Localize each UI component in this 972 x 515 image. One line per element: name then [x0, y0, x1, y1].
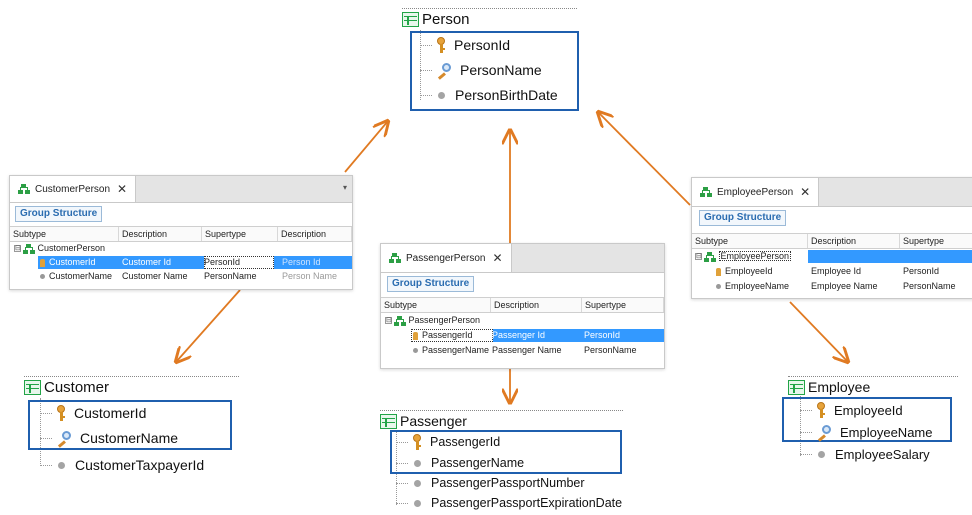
- key-icon: [40, 258, 45, 267]
- column-subtype[interactable]: Subtype: [692, 234, 808, 248]
- subtype-group-icon: [394, 315, 406, 326]
- grid-row[interactable]: EmployeeName Employee Name PersonName: [714, 280, 972, 293]
- grid-row[interactable]: PassengerName Passenger Name PersonName: [411, 344, 664, 357]
- tab-bar: PassengerPerson ✕: [381, 244, 664, 273]
- person-header[interactable]: Person: [402, 8, 577, 29]
- grid-row[interactable]: EmployeeId Employee Id PersonId: [714, 265, 972, 278]
- collapse-icon[interactable]: ⊟: [695, 253, 702, 261]
- dot-icon: [40, 274, 45, 280]
- close-icon[interactable]: ✕: [800, 185, 810, 199]
- transaction-title: Passenger: [400, 413, 467, 429]
- chevron-down-icon[interactable]: ▾: [343, 183, 347, 192]
- key-icon: [413, 331, 418, 340]
- tab-customerperson[interactable]: CustomerPerson ✕: [10, 176, 137, 202]
- passenger-transaction: Passenger PassengerId PassengerName Pass…: [380, 410, 640, 510]
- transaction-title: Person: [422, 10, 470, 28]
- close-icon[interactable]: ✕: [117, 182, 127, 196]
- subtype-group-icon: [18, 184, 30, 194]
- key-icon: [816, 402, 826, 418]
- passengerperson-panel: PassengerPerson ✕ Group Structure Subtyp…: [380, 243, 665, 369]
- transaction-title: Customer: [44, 378, 110, 396]
- attribute-employeeid[interactable]: EmployeeId: [800, 398, 903, 422]
- dot-icon: [413, 348, 418, 354]
- person-transaction: Person PersonId PersonName PersonBirthDa…: [402, 8, 582, 112]
- collapse-icon[interactable]: ⊟: [385, 317, 392, 325]
- dot-icon: [438, 91, 445, 99]
- employeeperson-panel: EmployeePerson ✕ Group Structure Subtype…: [691, 177, 972, 299]
- subtype-group-icon: [700, 187, 712, 197]
- selection-highlight: [808, 250, 972, 263]
- description-icon: [816, 424, 834, 442]
- group-structure-button[interactable]: Group Structure: [387, 276, 475, 292]
- attribute-personname[interactable]: PersonName: [420, 58, 542, 82]
- arrow-employeeperson-to-employee: [789, 301, 848, 362]
- column-description[interactable]: Description: [119, 227, 202, 241]
- column-supertype[interactable]: Supertype: [582, 298, 664, 312]
- tree-root[interactable]: ⊟ PassengerPerson: [381, 314, 664, 327]
- column-subtype[interactable]: Subtype: [381, 298, 491, 312]
- subtype-group-icon: [389, 253, 401, 263]
- table-icon: [402, 11, 419, 27]
- group-structure-button[interactable]: Group Structure: [699, 210, 787, 226]
- attribute-customerid[interactable]: CustomerId: [40, 401, 146, 425]
- transaction-title: Employee: [808, 379, 871, 395]
- grid-row[interactable]: PassengerId Passenger Id PersonId: [411, 329, 664, 342]
- attribute-employeename[interactable]: EmployeeName: [800, 420, 933, 444]
- tab-employeeperson[interactable]: EmployeePerson ✕: [692, 178, 820, 206]
- key-icon: [716, 267, 721, 276]
- grid-header: Subtype Description Supertype: [381, 297, 664, 313]
- column-super-description[interactable]: Description: [278, 227, 352, 241]
- attribute-customertaxpayerid[interactable]: CustomerTaxpayerId: [40, 453, 204, 477]
- tab-bar: EmployeePerson ✕: [692, 178, 972, 207]
- column-subtype[interactable]: Subtype: [10, 227, 119, 241]
- attribute-personbirthdate[interactable]: PersonBirthDate: [420, 83, 558, 107]
- description-icon: [56, 430, 74, 448]
- dot-icon: [414, 479, 421, 487]
- subtype-group-icon: [704, 251, 716, 262]
- table-icon: [380, 413, 397, 429]
- dot-icon: [414, 499, 421, 507]
- column-description[interactable]: Description: [491, 298, 582, 312]
- arrow-employeeperson-to-person: [598, 112, 691, 206]
- dot-icon: [58, 461, 65, 469]
- dot-icon: [716, 284, 721, 290]
- tab-bar: CustomerPerson ✕ ▾: [10, 176, 352, 203]
- attribute-customername[interactable]: CustomerName: [40, 426, 178, 450]
- grid-row[interactable]: CustomerId Customer Id PersonId Person I…: [38, 256, 352, 269]
- column-description[interactable]: Description: [808, 234, 900, 248]
- attribute-passengerpassportexpirationdate[interactable]: PassengerPassportExpirationDate: [396, 491, 622, 515]
- column-supertype[interactable]: Supertype: [900, 234, 972, 248]
- employee-transaction: Employee EmployeeId EmployeeName Employe…: [782, 376, 968, 466]
- customerperson-panel: CustomerPerson ✕ ▾ Group Structure Subty…: [9, 175, 353, 290]
- grid-header: Subtype Description Supertype: [692, 233, 972, 249]
- employee-header[interactable]: Employee: [788, 376, 958, 397]
- arrow-customerperson-to-customer: [176, 289, 241, 362]
- customer-transaction: Customer CustomerId CustomerName Custome…: [24, 376, 244, 476]
- table-icon: [24, 379, 41, 395]
- attribute-personid[interactable]: PersonId: [420, 33, 510, 57]
- column-supertype[interactable]: Supertype: [202, 227, 278, 241]
- arrow-customerperson-to-person: [344, 121, 388, 173]
- close-icon[interactable]: ✕: [493, 251, 503, 265]
- key-icon: [436, 37, 446, 53]
- grid-row[interactable]: CustomerName Customer Name PersonName Pe…: [38, 270, 352, 283]
- table-icon: [788, 379, 805, 395]
- collapse-icon[interactable]: ⊟: [14, 245, 21, 253]
- description-icon: [436, 62, 454, 80]
- subtype-group-icon: [23, 243, 35, 254]
- dot-icon: [818, 450, 825, 458]
- tree-root[interactable]: ⊟ EmployeePerson: [692, 250, 972, 263]
- passenger-header[interactable]: Passenger: [380, 410, 623, 431]
- tree-root[interactable]: ⊟ CustomerPerson: [10, 242, 352, 255]
- customer-header[interactable]: Customer: [24, 376, 239, 397]
- group-structure-button[interactable]: Group Structure: [15, 206, 103, 222]
- key-icon: [56, 405, 66, 421]
- dot-icon: [414, 459, 421, 467]
- tab-passengerperson[interactable]: PassengerPerson ✕: [381, 244, 512, 272]
- key-icon: [412, 434, 422, 450]
- attribute-employeesalary[interactable]: EmployeeSalary: [800, 442, 930, 466]
- grid-header: Subtype Description Supertype Descriptio…: [10, 226, 352, 242]
